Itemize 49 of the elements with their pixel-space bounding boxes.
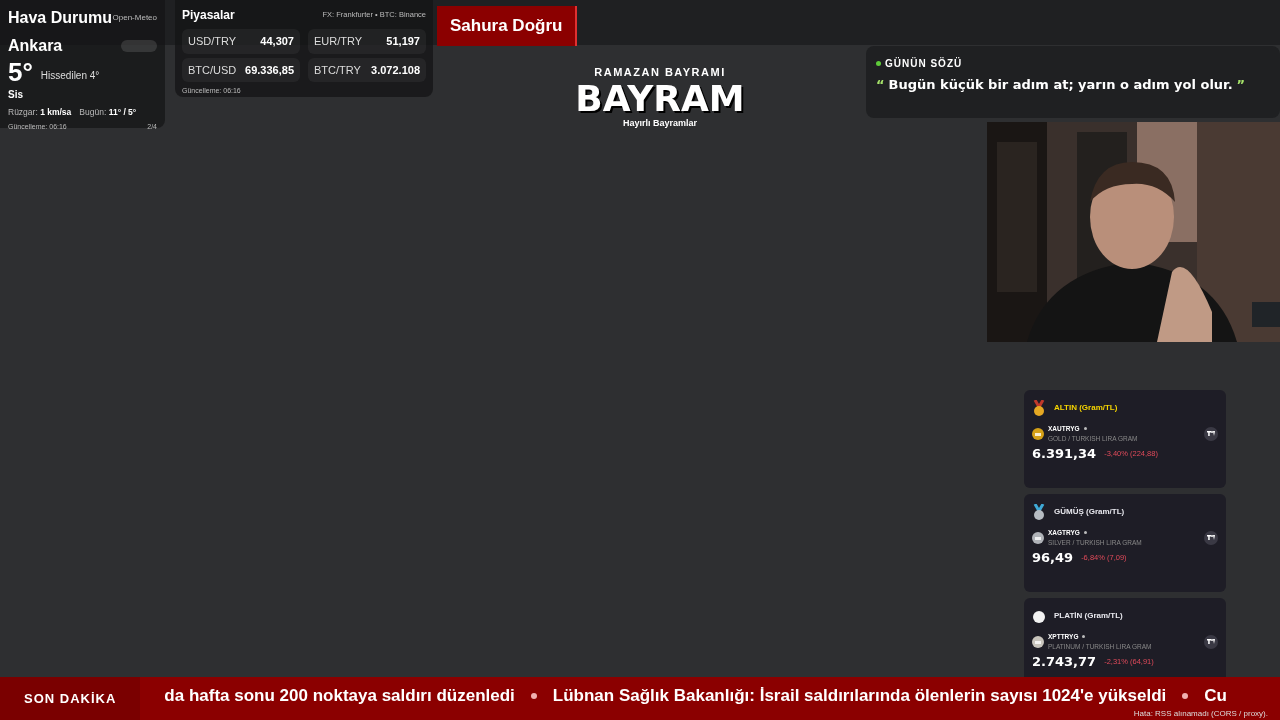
status-dot: [1082, 635, 1086, 639]
quote-label: GÜNÜN SÖZÜ: [885, 56, 963, 71]
currency-pair: BTC/USD: [188, 62, 237, 78]
ticker-label: SON DAKİKA: [0, 677, 141, 720]
feels-like-text: Hissedilen 4°: [40, 68, 100, 83]
today-text: Bugün: 11° / 5°: [79, 105, 137, 119]
price-text: 6.391,34: [1032, 444, 1097, 463]
currency-pair: EUR/TRY: [314, 34, 363, 49]
currency-pair: USD/TRY: [188, 34, 237, 49]
medal-icon: [1032, 504, 1046, 520]
currency-pair: BTC/TRY: [314, 62, 361, 78]
condition-text: Sis: [8, 87, 24, 102]
medal-icon: [1032, 400, 1046, 416]
city-name: Ankara: [8, 36, 63, 56]
rate-value: 69.336,85: [245, 62, 294, 78]
metal-title: ALTIN (Gram/TL): [1054, 402, 1118, 414]
chart-logo-icon[interactable]: [1204, 530, 1218, 545]
source-label: Open-Meteo: [112, 12, 157, 24]
price-text: 2.743,77: [1032, 652, 1097, 671]
headline-title: BAYRAM: [574, 80, 746, 117]
price-text: 96,49: [1032, 548, 1074, 567]
quote-text: Bugün küçük bir adım at; yarın o adım yol olur.: [888, 76, 1233, 94]
metal-title: GÜMÜŞ (Gram/TL): [1054, 506, 1125, 518]
separator-dot: [530, 692, 537, 699]
panel-title: Piyasalar: [182, 7, 235, 24]
separator-dot: [1182, 692, 1189, 699]
temperature: 5°: [8, 58, 33, 87]
status-pill: [121, 40, 157, 52]
panel-title: Hava Durumu: [8, 8, 113, 28]
wind-text: Rüzgar: 1 km/sa: [8, 105, 72, 119]
status-dot: [1083, 531, 1087, 535]
rate-value: 3.072.108: [371, 62, 420, 78]
error-message: Hata: RSS alınamadı (CORS / proxy).: [1133, 709, 1268, 718]
live-dot: [876, 61, 881, 66]
quote-mark: ”: [1236, 76, 1246, 94]
overline-text: RAMAZAN BAYRAMI: [593, 65, 727, 80]
quote-mark: “: [876, 76, 885, 94]
rate-value: 51,197: [386, 34, 420, 49]
news-headline: Lübnan Sağlık Bakanlığı: İsrail saldırılarında ölenlerin sayısı 1024'e yükseldi: [552, 686, 1167, 705]
metal-title: PLATİN (Gram/TL): [1054, 610, 1123, 622]
rate-value: 44,307: [260, 34, 294, 49]
medal-icon: [1032, 608, 1046, 624]
news-headline: da hafta sonu 200 noktaya saldırı düzenledi: [164, 686, 515, 705]
chart-logo-icon[interactable]: [1204, 426, 1218, 441]
subtitle-text: Hayırlı Bayramlar: [621, 116, 698, 130]
countdown-banner: Sahura Doğru: [437, 6, 578, 46]
chart-logo-icon[interactable]: [1204, 634, 1218, 649]
status-dot: [1083, 427, 1087, 431]
news-headline: Cu: [1204, 686, 1227, 705]
